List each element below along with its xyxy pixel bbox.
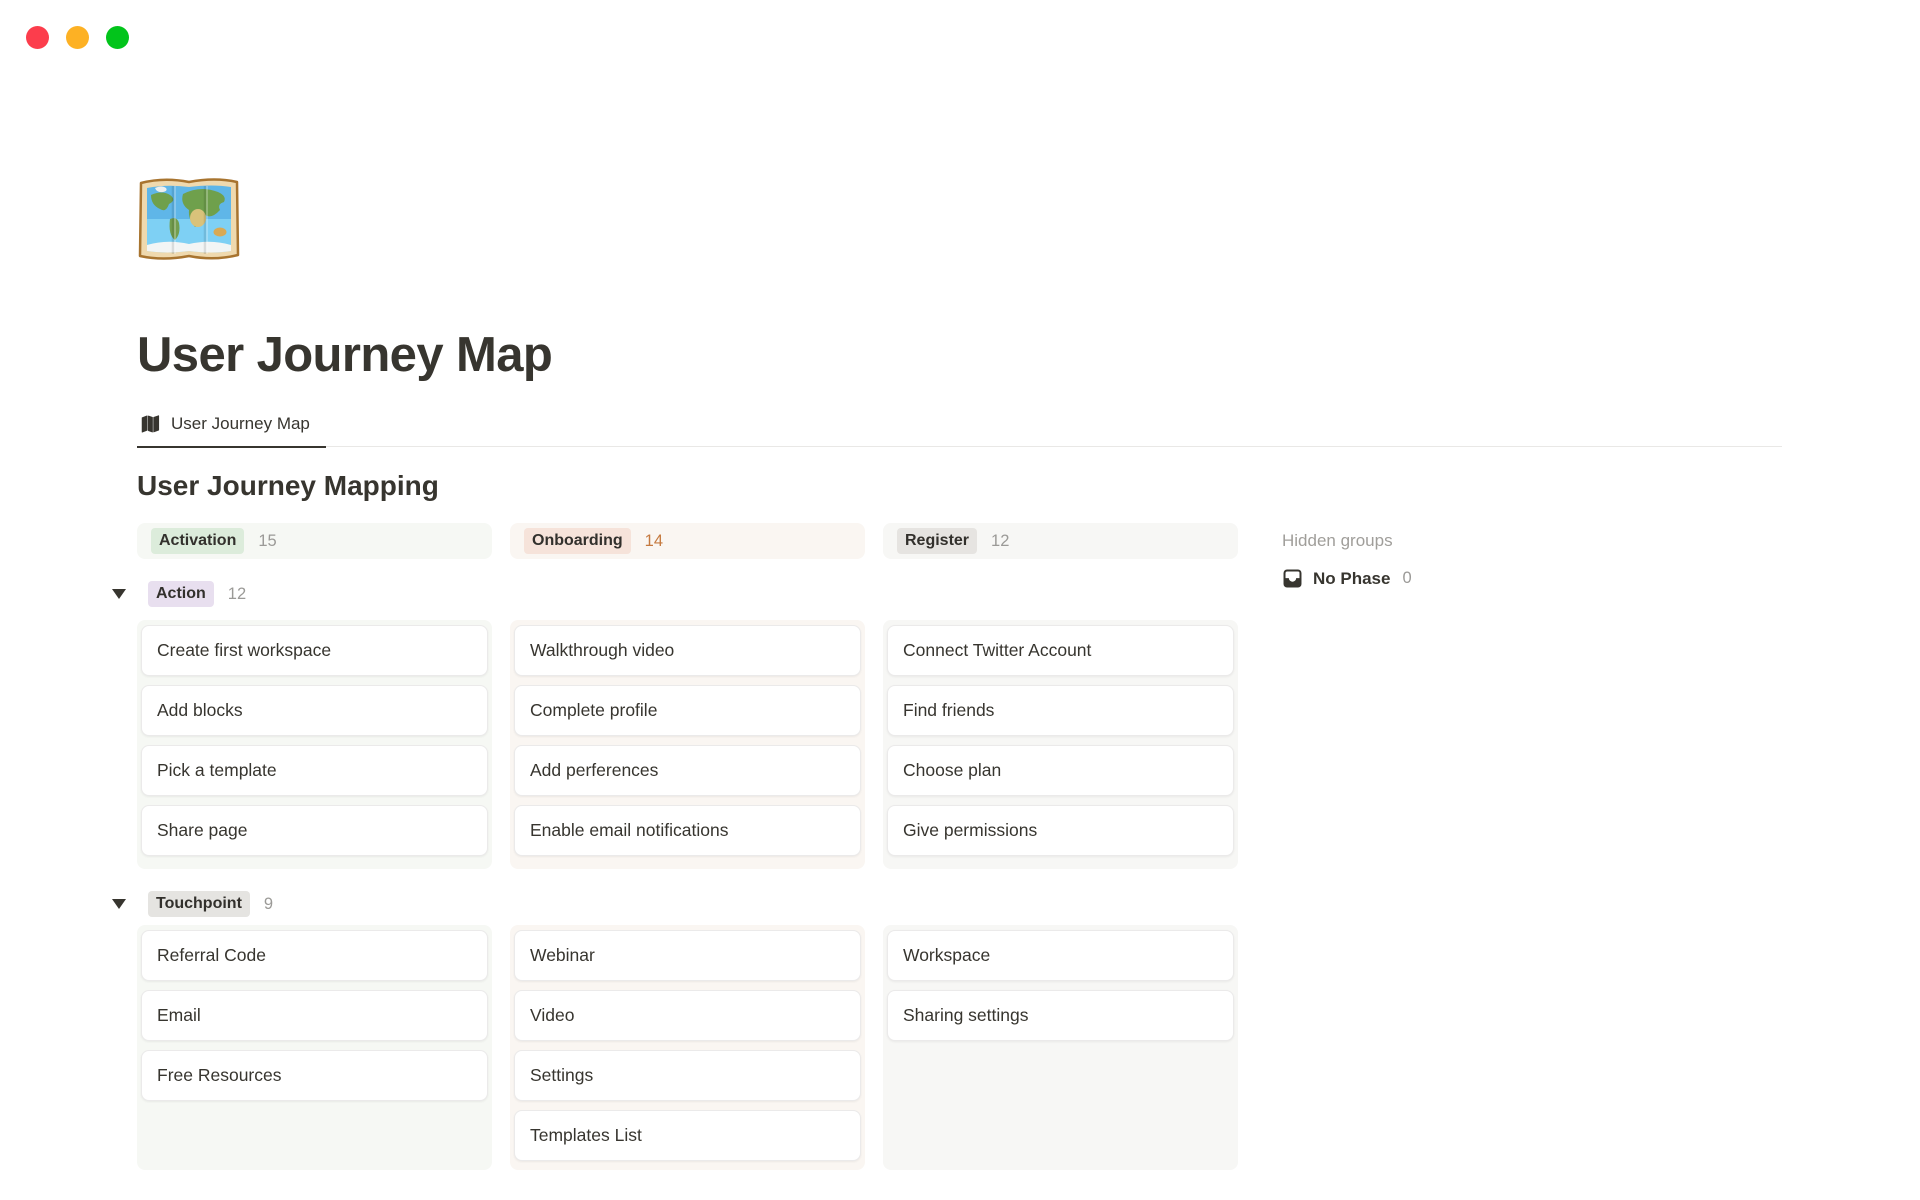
card[interactable]: Settings — [514, 1050, 861, 1101]
column-badge-activation[interactable]: Activation — [151, 528, 244, 554]
card[interactable]: Pick a template — [141, 745, 488, 796]
board-view: Activation 15 Onboarding 14 Register 12 — [137, 523, 1782, 1170]
card[interactable]: Add perferences — [514, 745, 861, 796]
page-content: User Journey Map User Journey Map User J… — [0, 175, 1920, 1170]
cards-group-activation: Referral Code Email Free Resources — [137, 925, 492, 1170]
cards-group-activation: Create first workspace Add blocks Pick a… — [137, 620, 492, 869]
hidden-group-no-phase[interactable]: No Phase 0 — [1282, 568, 1412, 589]
hidden-groups-panel: Hidden groups No Phase 0 — [1282, 523, 1412, 1170]
board-columns-area: Activation 15 Onboarding 14 Register 12 — [137, 523, 1239, 1170]
app-window: User Journey Map User Journey Map User J… — [0, 0, 1920, 1200]
swimlane-count: 12 — [228, 585, 246, 604]
card[interactable]: Add blocks — [141, 685, 488, 736]
view-tabs-bar: User Journey Map — [137, 413, 1782, 448]
card[interactable]: Sharing settings — [887, 990, 1234, 1041]
card[interactable]: Find friends — [887, 685, 1234, 736]
column-badge-register[interactable]: Register — [897, 528, 977, 554]
card[interactable]: Video — [514, 990, 861, 1041]
card[interactable]: Share page — [141, 805, 488, 856]
folded-map-icon — [139, 413, 161, 435]
card[interactable]: Referral Code — [141, 930, 488, 981]
close-window-button[interactable] — [26, 26, 49, 49]
card[interactable]: Walkthrough video — [514, 625, 861, 676]
page-title[interactable]: User Journey Map — [137, 327, 1782, 385]
card[interactable]: Give permissions — [887, 805, 1234, 856]
zoom-window-button[interactable] — [106, 26, 129, 49]
swimlane-action-cards: Create first workspace Add blocks Pick a… — [137, 620, 1239, 869]
cards-group-onboarding: Walkthrough video Complete profile Add p… — [510, 620, 865, 869]
cards-group-onboarding: Webinar Video Settings Templates List — [510, 925, 865, 1170]
column-header-register: Register 12 — [883, 523, 1238, 559]
window-controls — [26, 26, 129, 49]
hidden-group-label: No Phase — [1313, 569, 1390, 589]
swimlane-header-action: Action 12 — [112, 580, 1239, 608]
board-title[interactable]: User Journey Mapping — [137, 470, 1782, 502]
column-count: 15 — [258, 532, 276, 551]
card[interactable]: Connect Twitter Account — [887, 625, 1234, 676]
column-header-onboarding: Onboarding 14 — [510, 523, 865, 559]
tab-user-journey-map[interactable]: User Journey Map — [137, 413, 326, 448]
card[interactable]: Complete profile — [514, 685, 861, 736]
column-count: 14 — [645, 532, 663, 551]
column-headers-row: Activation 15 Onboarding 14 Register 12 — [137, 523, 1239, 559]
card[interactable]: Email — [141, 990, 488, 1041]
card[interactable]: Templates List — [514, 1110, 861, 1161]
tray-icon — [1282, 568, 1303, 589]
cards-group-register: Connect Twitter Account Find friends Cho… — [883, 620, 1238, 869]
hidden-group-count: 0 — [1402, 569, 1411, 588]
card[interactable]: Webinar — [514, 930, 861, 981]
hidden-groups-label: Hidden groups — [1282, 531, 1412, 551]
column-header-activation: Activation 15 — [137, 523, 492, 559]
collapse-triangle-icon[interactable] — [112, 589, 126, 599]
tab-label: User Journey Map — [171, 414, 310, 434]
swimlane-badge-action[interactable]: Action — [148, 581, 214, 607]
card[interactable]: Choose plan — [887, 745, 1234, 796]
swimlane-header-touchpoint: Touchpoint 9 — [112, 890, 1239, 918]
card[interactable]: Free Resources — [141, 1050, 488, 1101]
minimize-window-button[interactable] — [66, 26, 89, 49]
card[interactable]: Enable email notifications — [514, 805, 861, 856]
swimlane-touchpoint-cards: Referral Code Email Free Resources Webin… — [137, 925, 1239, 1170]
world-map-icon[interactable] — [137, 175, 241, 263]
card[interactable]: Create first workspace — [141, 625, 488, 676]
column-badge-onboarding[interactable]: Onboarding — [524, 528, 631, 554]
cards-group-register: Workspace Sharing settings — [883, 925, 1238, 1170]
collapse-triangle-icon[interactable] — [112, 899, 126, 909]
swimlane-badge-touchpoint[interactable]: Touchpoint — [148, 891, 250, 917]
column-count: 12 — [991, 532, 1009, 551]
card[interactable]: Workspace — [887, 930, 1234, 981]
swimlane-count: 9 — [264, 895, 273, 914]
